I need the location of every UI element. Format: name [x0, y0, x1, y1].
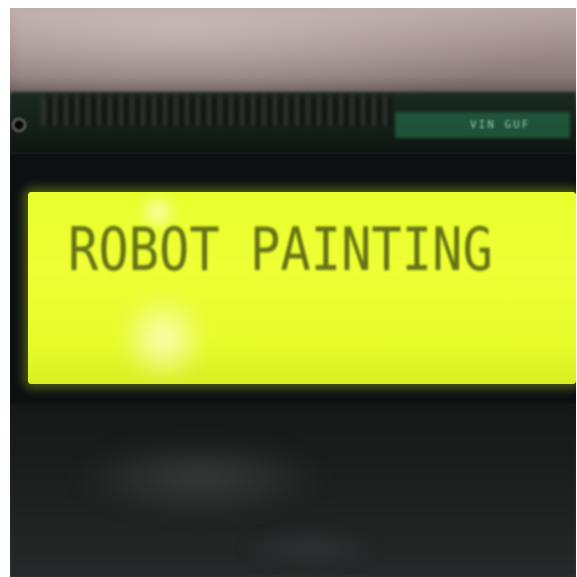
- mounting-hole: [12, 118, 26, 132]
- pcb-reflection: [70, 438, 330, 518]
- pin-header: [42, 96, 392, 126]
- cable-shadow: [240, 528, 380, 568]
- pcb-silkscreen-text: VIN GUF: [470, 118, 531, 131]
- lcd-text-line-1: ROBOT PAINTING: [68, 215, 493, 285]
- lcd-photo: VIN GUF ROBOT PAINTING: [10, 8, 576, 577]
- lcd-screen: ROBOT PAINTING: [28, 192, 576, 384]
- lcd-glare: [118, 292, 208, 384]
